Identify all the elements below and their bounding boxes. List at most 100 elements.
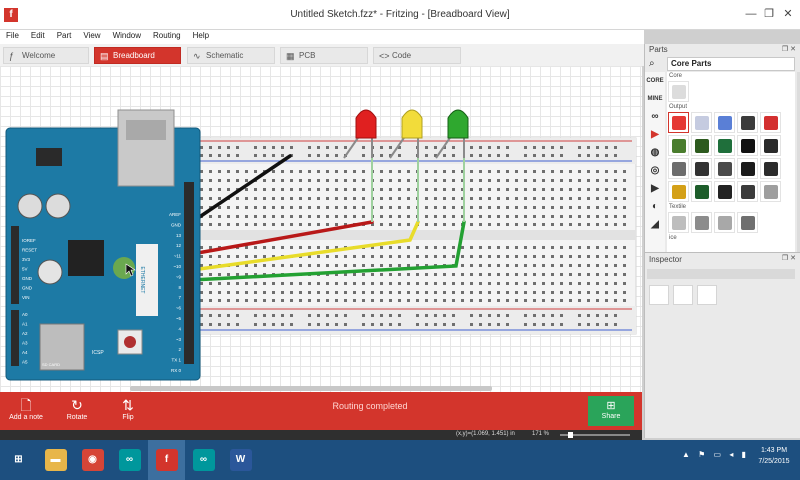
taskbar-word[interactable]: W — [222, 440, 259, 480]
bin-tab-temp[interactable]: ◢ — [645, 216, 665, 234]
part-chip[interactable] — [714, 181, 735, 202]
bin-tab-snootlab[interactable]: ▶ — [645, 180, 665, 198]
search-icon[interactable]: ⌕ — [649, 58, 655, 69]
tab-code[interactable]: <> Code — [373, 47, 461, 64]
breadboard-hole — [236, 197, 239, 200]
part-breadboard-thumb[interactable] — [668, 81, 689, 102]
breadboard-hole — [344, 170, 347, 173]
part-relay[interactable] — [760, 158, 781, 179]
share-button[interactable]: ⊞ Share — [588, 396, 634, 426]
part-light-bulb[interactable] — [691, 112, 712, 133]
part-textile-sensor[interactable] — [714, 212, 735, 233]
breadboard-hole — [380, 323, 383, 326]
arduino-ethernet-board[interactable]: ARDUINO ETHERNET SD CARD ICSP AREF GND 13 1… — [5, 109, 201, 381]
bin-tab-mine[interactable]: MINE — [645, 90, 665, 108]
breadboard-hole — [425, 170, 428, 173]
part-rgb-led[interactable] — [714, 112, 735, 133]
analog-header — [11, 310, 19, 366]
part-display-module[interactable] — [714, 135, 735, 156]
minimize-button[interactable]: — — [744, 8, 758, 20]
taskbar-arduino-2[interactable]: ∞ — [185, 440, 222, 480]
part-vibration-motor[interactable] — [668, 158, 689, 179]
part-textile-cable[interactable] — [737, 212, 758, 233]
breadboard-hole — [578, 282, 581, 285]
taskbar-fritzing[interactable]: f — [148, 440, 185, 480]
breadboard-hole — [470, 179, 473, 182]
part-servo[interactable] — [691, 158, 712, 179]
breadboard-hole — [623, 179, 626, 182]
part-speaker[interactable] — [737, 135, 758, 156]
bin-tab-sparkfun[interactable]: ▶ — [645, 126, 665, 144]
breadboard-hole — [272, 246, 275, 249]
file-explorer-icon: ▬ — [44, 449, 67, 471]
breadboard-hole — [623, 264, 626, 267]
inspector-title-field[interactable] — [647, 269, 795, 279]
breadboard-hole — [434, 255, 437, 258]
rotate-button[interactable]: ↻ Rotate — [62, 396, 92, 421]
menu-edit[interactable]: Edit — [25, 30, 51, 44]
panel-float-close-icons[interactable]: ❐ ✕ — [782, 254, 796, 262]
breadboard-hole — [263, 323, 266, 326]
breadboard-hole — [308, 188, 311, 191]
part-piezo[interactable] — [760, 135, 781, 156]
system-tray-icons[interactable]: ▲ ⚑ ▭ ◂ ▮ — [682, 450, 749, 459]
canvas-horizontal-scrollbar[interactable] — [130, 386, 492, 391]
part-red-led[interactable] — [668, 112, 689, 133]
bin-tab-intel[interactable]: ◎ — [645, 162, 665, 180]
tab-welcome[interactable]: ƒ Welcome — [3, 47, 89, 64]
zoom-slider-handle[interactable] — [568, 432, 573, 438]
breadboard-hole — [443, 223, 446, 226]
tab-pcb[interactable]: ▦ PCB — [280, 47, 368, 64]
tab-schematic[interactable]: ∿ Schematic — [187, 47, 275, 64]
restore-button[interactable]: ❐ — [762, 8, 776, 20]
part-cable[interactable] — [760, 181, 781, 202]
menu-file[interactable]: File — [0, 30, 25, 44]
pin-label: A4 — [22, 350, 28, 355]
breadboard-hole — [434, 179, 437, 182]
taskbar-file-explorer[interactable]: ▬ — [37, 440, 74, 480]
part-oled[interactable] — [691, 135, 712, 156]
menu-view[interactable]: View — [77, 30, 106, 44]
part-shield[interactable] — [691, 181, 712, 202]
add-note-button[interactable]: 🗋 Add a note — [8, 396, 44, 421]
flip-button[interactable]: ⇅ Flip — [114, 396, 142, 421]
menu-routing[interactable]: Routing — [147, 30, 187, 44]
zoom-slider[interactable] — [560, 432, 630, 438]
clock[interactable]: 1:43 PM 7/25/2015 — [752, 445, 796, 467]
part-led-matrix[interactable] — [737, 112, 758, 133]
bin-tab-seeed[interactable]: ◍ — [645, 144, 665, 162]
breadboard-hole — [245, 282, 248, 285]
part-battery[interactable] — [668, 181, 689, 202]
breadboard-hole — [263, 197, 266, 200]
part-seven-segment[interactable] — [760, 112, 781, 133]
taskbar-chrome[interactable]: ◉ — [74, 440, 111, 480]
bin-tab-core[interactable]: CORE — [645, 72, 665, 90]
breadboard-hole — [470, 314, 473, 317]
part-motor-driver[interactable] — [737, 158, 758, 179]
breadboard-hole — [488, 188, 491, 191]
menu-part[interactable]: Part — [51, 30, 78, 44]
part-stitch[interactable] — [691, 212, 712, 233]
breadboard-hole — [623, 282, 626, 285]
breadboard-hole — [389, 215, 392, 218]
taskbar-start[interactable]: ⊞ — [0, 440, 37, 480]
tab-breadboard[interactable]: ▤ Breadboard — [94, 47, 181, 64]
part-module[interactable] — [737, 181, 758, 202]
part-lcd[interactable] — [668, 135, 689, 156]
menu-window[interactable]: Window — [107, 30, 147, 44]
breadboard-scene[interactable]: ARDUINO ETHERNET SD CARD ICSP AREF GND 13 1… — [0, 66, 642, 392]
part-stepper[interactable] — [714, 158, 735, 179]
bin-title-field[interactable]: Core Parts — [667, 57, 795, 71]
led-body — [401, 109, 423, 139]
breadboard-hole — [389, 323, 392, 326]
panel-float-close-icons[interactable]: ❐ ✕ — [782, 45, 796, 53]
breadboard-hole — [236, 206, 239, 209]
breadboard-canvas[interactable]: ARDUINO ETHERNET SD CARD ICSP AREF GND 13 1… — [0, 66, 642, 392]
part-conductive-thread[interactable] — [668, 212, 689, 233]
taskbar-arduino[interactable]: ∞ — [111, 440, 148, 480]
menu-help[interactable]: Help — [187, 30, 215, 44]
bin-tab-contrib[interactable]: ◐ — [645, 198, 665, 216]
breadboard-hole — [560, 323, 563, 326]
bin-tab-arduino[interactable]: ∞ — [645, 108, 665, 126]
close-button[interactable]: ✕ — [781, 8, 795, 20]
